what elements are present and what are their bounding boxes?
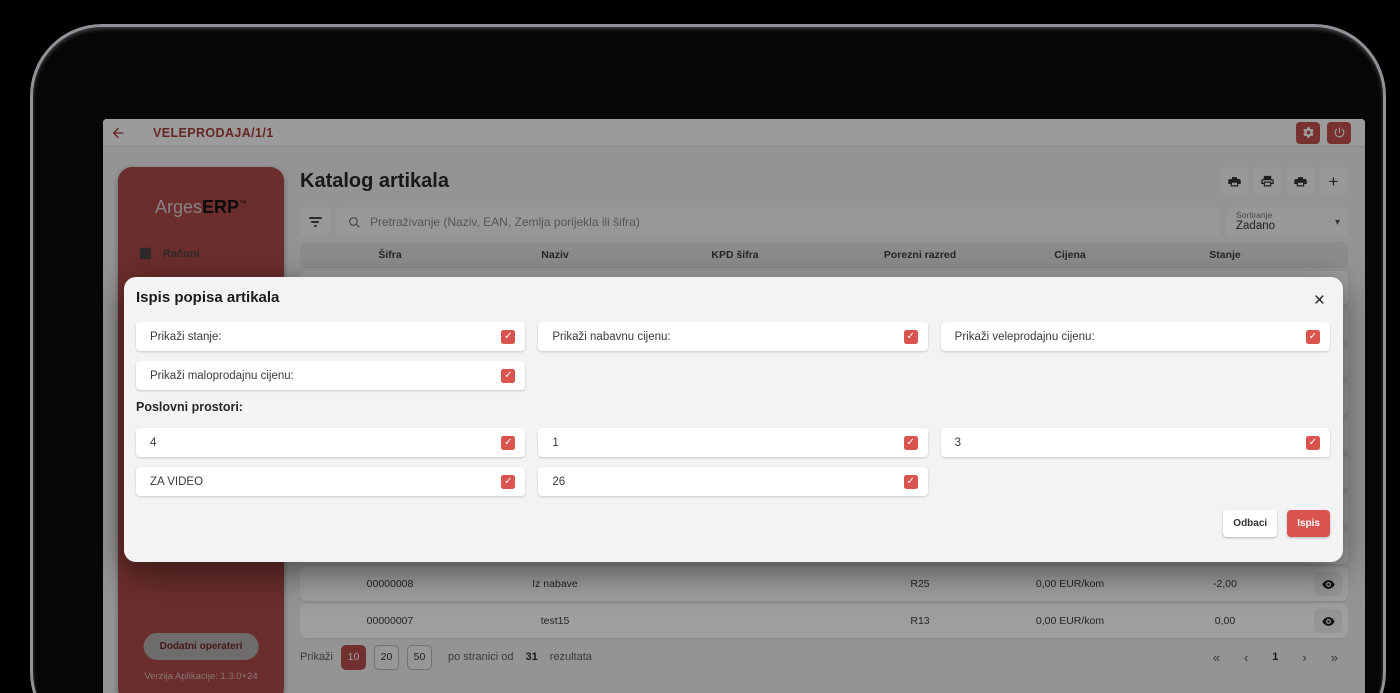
print-list-dialog: Ispis popisa artikala × Prikaži stanje: … (124, 277, 1343, 562)
app-screen: VELEPRODAJA/1/1 ArgesERP™ (103, 119, 1365, 693)
checkbox-row-2: Prikaži maloprodajnu cijenu: (136, 361, 1330, 390)
checkbox-checked-icon[interactable] (904, 475, 918, 489)
space-option-26[interactable]: 26 (538, 467, 927, 496)
space-option-za-video[interactable]: ZA VIDEO (136, 467, 525, 496)
print-confirm-button[interactable]: Ispis (1287, 510, 1330, 537)
dialog-title: Ispis popisa artikala (136, 289, 1330, 306)
dialog-actions: Odbaci Ispis (136, 510, 1330, 537)
option-prikazi-veleprodajnu[interactable]: Prikaži veleprodajnu cijenu: (941, 322, 1330, 351)
checkbox-checked-icon[interactable] (501, 436, 515, 450)
space-option-3[interactable]: 3 (941, 428, 1330, 457)
checkbox-checked-icon[interactable] (501, 475, 515, 489)
option-prikazi-nabavnu[interactable]: Prikaži nabavnu cijenu: (538, 322, 927, 351)
section-poslovni-prostori: Poslovni prostori: (136, 400, 1330, 414)
tablet-bezel: VELEPRODAJA/1/1 ArgesERP™ (30, 24, 1386, 693)
option-prikazi-stanje[interactable]: Prikaži stanje: (136, 322, 525, 351)
spaces-row-2: ZA VIDEO 26 (136, 467, 1330, 496)
cancel-button[interactable]: Odbaci (1223, 510, 1277, 537)
stage: VELEPRODAJA/1/1 ArgesERP™ (0, 0, 1400, 693)
option-prikazi-maloprodajnu[interactable]: Prikaži maloprodajnu cijenu: (136, 361, 525, 390)
space-option-4[interactable]: 4 (136, 428, 525, 457)
checkbox-checked-icon[interactable] (501, 330, 515, 344)
checkbox-checked-icon[interactable] (1306, 436, 1320, 450)
checkbox-checked-icon[interactable] (904, 330, 918, 344)
close-icon[interactable]: × (1314, 291, 1325, 310)
checkbox-checked-icon[interactable] (501, 369, 515, 383)
space-option-1[interactable]: 1 (538, 428, 927, 457)
checkbox-checked-icon[interactable] (904, 436, 918, 450)
spaces-row-1: 4 1 3 (136, 428, 1330, 457)
checkbox-row-1: Prikaži stanje: Prikaži nabavnu cijenu: … (136, 322, 1330, 351)
checkbox-checked-icon[interactable] (1306, 330, 1320, 344)
